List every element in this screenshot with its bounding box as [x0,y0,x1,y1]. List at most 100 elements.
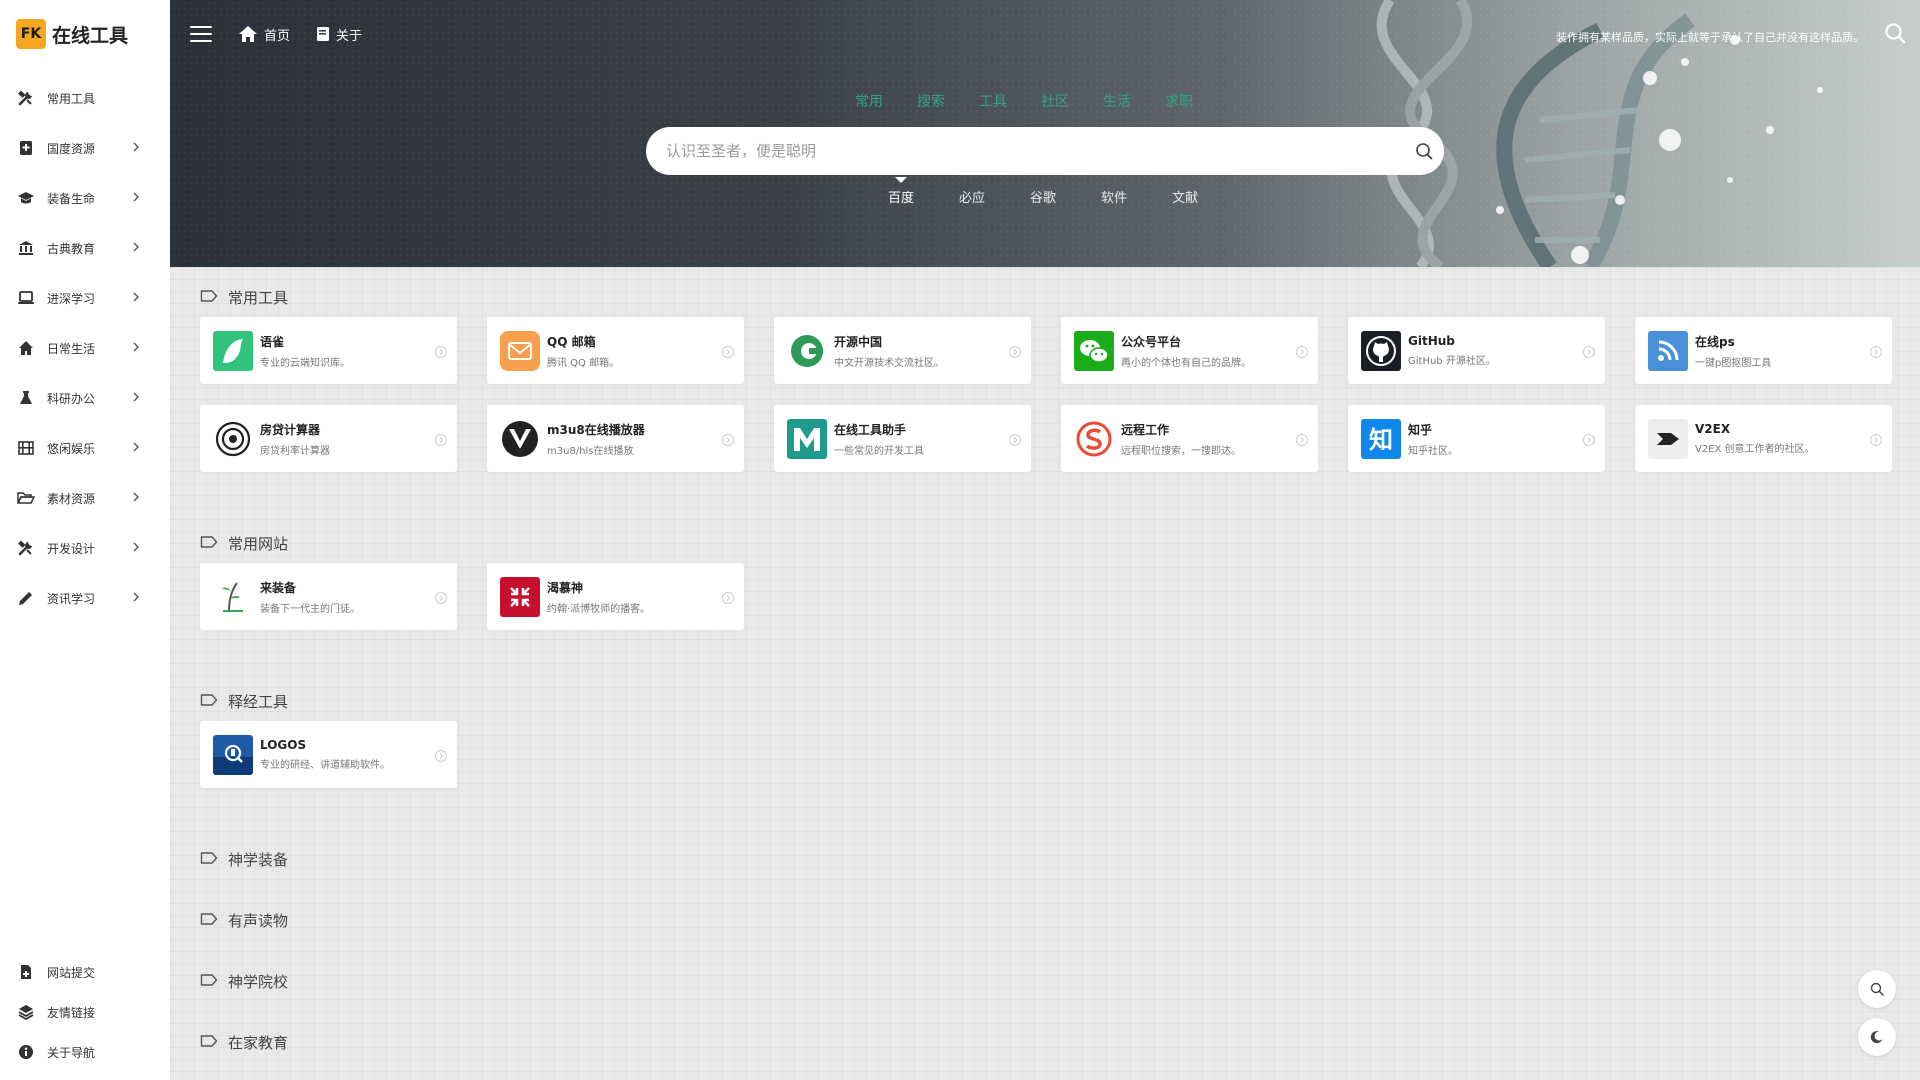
site-logo[interactable]: FK 在线工具 [16,19,128,49]
chevron-circle-icon[interactable] [1582,344,1596,358]
sidebar-item-2[interactable]: 友情链接 [0,992,170,1032]
site-card[interactable]: 在线ps 一键p图抠图工具 [1635,317,1892,384]
site-card-text: QQ 邮箱 腾讯 QQ 邮箱。 [547,333,721,369]
sidebar-item-3[interactable]: 装备生命 [0,173,170,223]
site-card[interactable]: QQ 邮箱 腾讯 QQ 邮箱。 [487,317,744,384]
sidebar-item-7[interactable]: 科研办公 [0,373,170,423]
chevron-circle-icon[interactable] [1008,344,1022,358]
search-engine-5[interactable]: 文献 [1172,187,1198,206]
sidebar-item-8[interactable]: 悠闲娱乐 [0,423,170,473]
site-card[interactable]: 知知乎 知乎社区。 [1348,405,1605,472]
sidebar-item-11[interactable]: 资讯学习 [0,573,170,623]
sidebar-item-1[interactable]: 常用工具 [0,73,170,123]
search-tab-1[interactable]: 常用 [855,91,883,111]
site-card[interactable]: GitHub GitHub 开源社区。 [1348,317,1605,384]
search-input[interactable] [666,142,1404,160]
hero-header: 首页 关于 装作拥有某样品质，实际上就等于承认了自己并没有这样品质。 常用 搜索 工… [170,0,1920,267]
chevron-circle-icon[interactable] [1582,432,1596,446]
chevron-circle-icon[interactable] [1869,432,1883,446]
sidebar-item-10[interactable]: 开发设计 [0,523,170,573]
site-card-title: 语雀 [260,334,285,349]
site-card-text: V2EX V2EX 创意工作者的社区。 [1695,422,1869,455]
site-card-text: LOGOS 专业的研经、讲道辅助软件。 [260,738,434,771]
site-card-title: 在线ps [1695,334,1735,349]
chevron-circle-icon[interactable] [434,590,448,604]
search-tab-3[interactable]: 工具 [979,91,1007,111]
sidebar-item-6[interactable]: 日常生活 [0,323,170,373]
search-tab-6[interactable]: 求职 [1165,91,1193,111]
menu-toggle-button[interactable] [190,24,212,44]
about-link[interactable]: 关于 [316,25,362,44]
site-card-text: 语雀专业的云端知识库。 [260,333,434,369]
chevron-circle-icon[interactable] [434,432,448,446]
site-card-description: 专业的云端知识库。 [260,357,350,369]
site-card[interactable]: 渴慕神 约翰·派博牧师的播客。 [487,563,744,630]
chevron-circle-icon[interactable] [434,344,448,358]
sidebar-item-9[interactable]: 素材资源 [0,473,170,523]
sidebar-item-2[interactable]: 国度资源 [0,123,170,173]
search-engine-4[interactable]: 软件 [1101,187,1127,206]
chevron-circle-icon[interactable] [434,748,448,762]
site-card[interactable]: 远程工作远程职位搜索，一搜即达。 [1061,405,1318,472]
site-card-title: 远程工作 [1121,422,1170,437]
site-card[interactable]: 来装备 装备下一代主的门徒。 [200,563,457,630]
section-title-label: 神学装备 [228,851,289,869]
sidebar-item-3[interactable]: 关于导航 [0,1032,170,1072]
header-search-button[interactable] [1884,22,1906,48]
site-card[interactable]: 开源中国 中文开源技术交流社区。 [774,317,1031,384]
v2ex-icon [1648,418,1688,459]
site-card-description: 远程职位搜索，一搜即达。 [1121,445,1241,457]
site-card[interactable]: 语雀专业的云端知识库。 [200,317,457,384]
section-title: 神学院校 [200,971,288,992]
site-card-text: 开源中国 中文开源技术交流社区。 [834,333,1008,369]
chevron-circle-icon[interactable] [1295,344,1309,358]
site-card-description: 房贷利率计算器 [260,445,330,457]
search-icon [1885,23,1906,44]
site-card-description: GitHub 开源社区。 [1408,356,1496,367]
site-card[interactable]: 在线工具助手 一些常见的开发工具 [774,405,1031,472]
home-link[interactable]: 首页 [238,25,290,44]
search-engine-2[interactable]: 必应 [959,187,985,206]
sidebar-item-label: 进深学习 [47,291,96,306]
search-submit-button[interactable] [1404,142,1444,160]
section-title-label: 常用工具 [228,289,289,307]
sidebar-item-5[interactable]: 进深学习 [0,273,170,323]
tag-icon [200,1034,218,1052]
sidebar-item-label: 科研办公 [47,391,96,406]
chevron-circle-icon[interactable] [721,432,735,446]
site-card[interactable]: V2EX V2EX 创意工作者的社区。 [1635,405,1892,472]
search-tab-4[interactable]: 社区 [1041,91,1069,111]
section-title: 神学装备 [200,849,288,870]
site-card[interactable]: 公众号平台 再小的个体也有自己的品牌。 [1061,317,1318,384]
site-card[interactable]: LOGOS 专业的研经、讲道辅助软件。 [200,721,457,788]
chevron-circle-icon[interactable] [1869,344,1883,358]
search-icon [1870,982,1884,996]
bank-icon [17,239,35,257]
logo-text: 在线工具 [52,24,129,47]
mail-icon [500,330,540,371]
menu-bar [190,33,212,35]
search-tab-2[interactable]: 搜索 [917,91,945,111]
theme-toggle-button[interactable] [1858,1018,1896,1056]
chevron-circle-icon[interactable] [721,344,735,358]
file-add-icon [17,963,35,981]
chevron-right-icon [132,241,146,255]
sidebar-item-1[interactable]: 网站提交 [0,952,170,992]
site-card[interactable]: m3u8在线播放器 m3u8/hls在线播放 [487,405,744,472]
search-engine-3[interactable]: 谷歌 [1030,187,1056,206]
site-card-text: GitHub GitHub 开源社区。 [1408,334,1582,367]
sidebar-item-label: 素材资源 [47,491,96,506]
site-card[interactable]: 房贷计算器 房贷利率计算器 [200,405,457,472]
site-card-text: 在线工具助手 一些常见的开发工具 [834,421,1008,457]
sidebar-item-4[interactable]: 古典教育 [0,223,170,273]
site-card-title: 在线工具助手 [834,422,907,437]
chevron-circle-icon[interactable] [721,590,735,604]
tools-icon [17,539,35,557]
chevron-circle-icon[interactable] [1008,432,1022,446]
search-engine-1[interactable]: 百度 [888,187,914,206]
sidebar: FK 在线工具 常用工具 国度资源 装备生命 古典教育进深学习日常生活科研办公悠闲娱乐… [0,0,170,1080]
float-search-button[interactable] [1858,970,1896,1008]
chevron-circle-icon[interactable] [1295,432,1309,446]
search-tab-5[interactable]: 生活 [1103,91,1131,111]
site-card-title: 开源中国 [834,334,883,349]
